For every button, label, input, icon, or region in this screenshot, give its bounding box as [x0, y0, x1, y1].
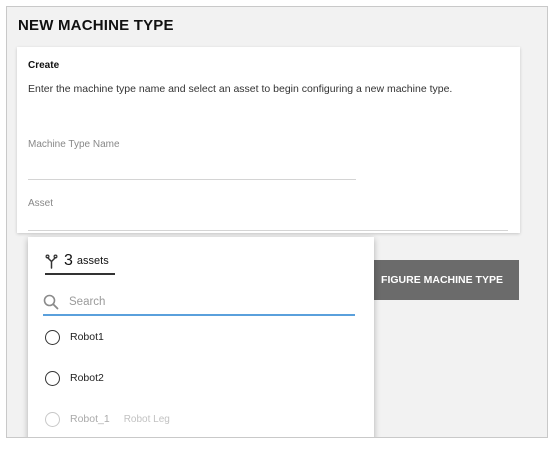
card-description: Enter the machine type name and select a… [28, 83, 453, 95]
create-card: Create Enter the machine type name and s… [17, 47, 520, 233]
radio-unchecked-icon[interactable] [45, 370, 60, 386]
radio-unchecked-icon[interactable] [45, 329, 60, 345]
card-heading: Create [28, 60, 60, 71]
search-placeholder: Search [69, 296, 106, 308]
app-frame: NEW MACHINE TYPE Create Enter the machin… [6, 6, 548, 438]
machine-type-name-label: Machine Type Name [28, 139, 120, 150]
asset-option-sublabel: Robot Leg [123, 413, 170, 425]
search-icon [43, 294, 59, 310]
asset-option-label: Robot2 [70, 372, 104, 384]
asset-field[interactable] [28, 230, 508, 231]
asset-count-unit: assets [76, 255, 109, 267]
search-input[interactable]: Search [43, 290, 355, 316]
asset-option-robot-1: Robot_1 Robot Leg [45, 409, 170, 429]
machine-type-name-field[interactable] [28, 179, 356, 180]
asset-count-number: 3 [64, 252, 73, 269]
asset-dropdown: 3 assets Search Robot1 Robot2 Robot_1 Ro… [28, 237, 374, 437]
asset-option-label: Robot1 [70, 331, 104, 343]
page-title: NEW MACHINE TYPE [18, 17, 174, 34]
asset-label: Asset [28, 198, 54, 209]
asset-count: 3 assets [45, 249, 115, 275]
asset-tree-icon [45, 254, 58, 269]
radio-unchecked-icon [45, 411, 60, 427]
asset-option-label: Robot_1 [70, 413, 110, 425]
asset-option-robot2[interactable]: Robot2 [45, 368, 104, 388]
asset-option-robot1[interactable]: Robot1 [45, 327, 104, 347]
